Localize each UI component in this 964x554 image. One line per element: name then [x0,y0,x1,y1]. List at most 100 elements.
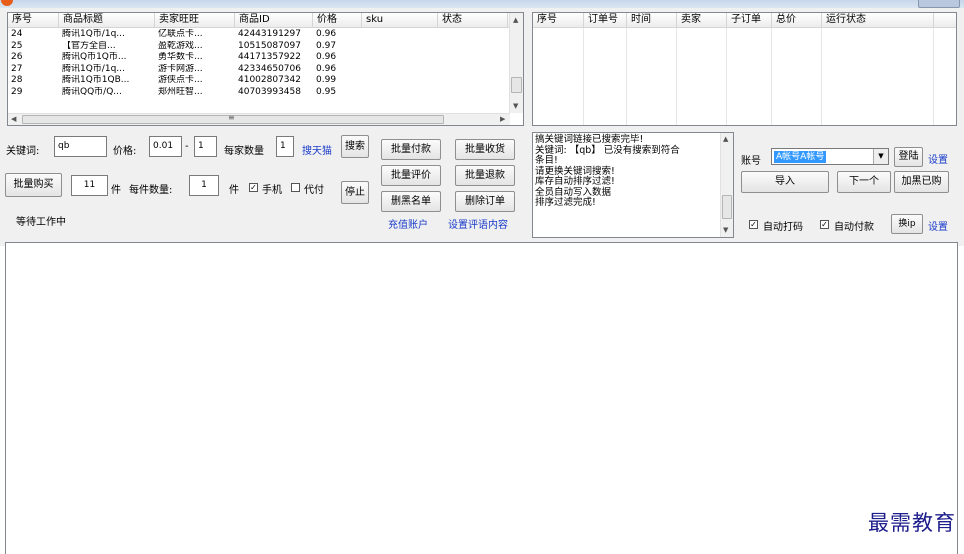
col-order-index[interactable]: 序号 [533,13,584,27]
batch-pay-button[interactable]: 批量付款 [381,139,441,160]
delete-blacklist-button[interactable]: 删黑名单 [381,191,441,212]
product-list-vscroll[interactable]: ▲ ▼ [509,13,523,113]
watermark: 最需教育 [868,511,956,535]
next-button[interactable]: 下一个 [837,171,891,193]
proxy-pay-checkbox[interactable] [291,183,300,192]
table-row[interactable]: 27 腾讯1Q币/1q... 游卡网游... 42334650706 0.96 [8,64,508,75]
table-cell: 0.95 [316,86,337,97]
product-list-hscroll[interactable]: ◀ ≡ ▶ [8,113,510,125]
col-order-seller[interactable]: 卖家 [677,13,727,27]
col-price[interactable]: 价格 [313,13,362,27]
per-item-input[interactable]: 1 [189,175,219,196]
batch-receive-button[interactable]: 批量收货 [455,139,515,160]
scroll-left-icon[interactable]: ◀ [11,115,16,123]
scroll-down-icon[interactable]: ▼ [513,102,518,110]
log-scroll-up-icon[interactable]: ▲ [723,135,728,143]
vscroll-thumb[interactable] [511,77,522,93]
mobile-checkbox[interactable]: ✓ [249,183,258,192]
log-scroll-thumb[interactable] [722,195,732,219]
output-area[interactable] [5,242,958,554]
auto-code-checkbox[interactable]: ✓ [749,220,758,229]
table-cell: 郑州旺智... [158,86,203,97]
delete-order-button[interactable]: 删除订单 [455,191,515,212]
log-line: 关键词: 【qb】 已没有搜索到符合 [535,144,680,156]
auto-pay-checkbox[interactable]: ✓ [820,220,829,229]
review-content-link[interactable]: 设置评语内容 [448,216,508,231]
table-cell: 亿联点卡... [158,29,203,39]
col-item-id[interactable]: 商品ID [235,13,313,27]
col-sku[interactable]: sku [362,13,438,27]
ip-settings-link[interactable]: 设置 [928,218,948,233]
table-row[interactable]: 25 【官方全自... 盈乾游戏... 10515087097 0.97 [8,41,508,52]
scroll-right-icon[interactable]: ▶ [500,115,505,123]
dropdown-arrow-icon[interactable]: ▼ [873,149,888,164]
col-run-status[interactable]: 运行状态 [822,13,934,27]
keyword-label: 关键词: [6,146,40,157]
import-button[interactable]: 导入 [741,171,829,193]
buy-count-input[interactable]: 11 [71,175,108,196]
table-cell: 【官方全自... [62,40,116,51]
search-tmall-link[interactable]: 搜天猫 [302,142,332,157]
keyword-input[interactable]: qb [54,136,107,157]
login-button[interactable]: 登陆 [894,147,923,167]
status-text: 等待工作中 [16,217,66,228]
table-row[interactable]: 28 腾讯1Q币1QB... 游侠点卡... 41002807342 0.99 [8,75,508,86]
account-select[interactable]: A帐号A帐号 ▼ [771,148,889,165]
buy-count-unit: 件 [111,185,121,196]
table-row[interactable]: 24 腾讯1Q币/1q... 亿联点卡... 42443191297 0.96 [8,29,508,40]
col-order-no[interactable]: 订单号 [584,13,627,27]
switch-ip-button[interactable]: 换ip [891,214,923,234]
table-cell: 42443191297 [238,29,301,39]
log-scroll-down-icon[interactable]: ▼ [723,226,728,234]
order-list-grid [533,28,956,125]
col-time[interactable]: 时间 [627,13,677,27]
product-list-header: 序号 商品标题 卖家旺旺 商品ID 价格 sku 状态 [8,13,523,28]
log-line: 排序过滤完成! [535,197,596,208]
search-button[interactable]: 搜索 [341,135,369,158]
hscroll-thumb[interactable]: ≡ [22,113,444,124]
table-cell: 25 [11,40,23,51]
price-max-input[interactable]: 1 [194,136,217,157]
table-cell: 44171357922 [238,52,301,62]
price-label: 价格: [113,146,137,157]
price-min-input[interactable]: 0.01 [149,136,182,157]
batch-refund-button[interactable]: 批量退款 [455,165,515,186]
table-cell: 10515087097 [238,40,301,51]
recharge-link[interactable]: 充值账户 [388,216,428,231]
col-seller[interactable]: 卖家旺旺 [155,13,235,27]
col-suborder[interactable]: 子订单 [727,13,772,27]
stop-button[interactable]: 停止 [341,181,369,204]
mobile-label: 手机 [262,185,282,196]
log-box[interactable]: 搞关键词链接已搜索完毕! 关键词: 【qb】 已没有搜索到符合 条目! 请更换关键词搜… [532,132,734,238]
log-line: 条目! [535,155,558,166]
order-list[interactable]: 序号 订单号 时间 卖家 子订单 总价 运行状态 [532,12,957,126]
price-dash: - [185,141,189,152]
batch-buy-button[interactable]: 批量购买 [5,173,62,197]
title-bar [0,0,964,8]
col-title[interactable]: 商品标题 [59,13,155,27]
product-list[interactable]: 序号 商品标题 卖家旺旺 商品ID 价格 sku 状态 24 腾讯1Q币/1q..… [7,12,524,126]
proxy-pay-label: 代付 [304,185,324,196]
log-vscroll[interactable]: ▲ ▼ [720,133,733,237]
table-cell: 腾讯Q币1Q币... [62,52,127,62]
per-seller-label: 每家数量 [224,146,264,157]
col-index[interactable]: 序号 [8,13,59,27]
table-cell: 24 [11,29,23,39]
add-black-purchased-button[interactable]: 加黑已购 [894,171,949,193]
scroll-up-icon[interactable]: ▲ [513,16,518,24]
col-status[interactable]: 状态 [438,13,508,27]
hscroll-grip: ≡ [228,113,235,122]
table-row[interactable]: 29 腾讯QQ币/Q... 郑州旺智... 40703993458 0.95 [8,87,508,98]
account-settings-link[interactable]: 设置 [928,151,948,166]
table-row[interactable]: 26 腾讯Q币1Q币... 勇华数卡... 44171357922 0.96 [8,52,508,63]
batch-review-button[interactable]: 批量评价 [381,165,441,186]
per-seller-input[interactable]: 1 [276,136,294,157]
col-total[interactable]: 总价 [772,13,822,27]
window-controls[interactable] [918,0,960,8]
table-cell: 腾讯QQ币/Q... [62,86,122,97]
table-cell: 0.96 [316,63,337,74]
log-line: 库存自动排序过滤! [535,176,615,187]
table-cell: 29 [11,86,23,97]
table-cell: 0.97 [316,40,337,51]
table-cell: 0.99 [316,75,337,85]
